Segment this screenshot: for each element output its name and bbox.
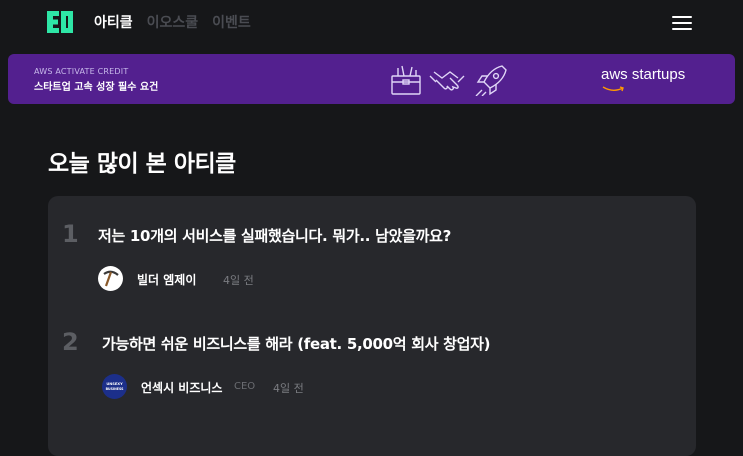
aws-startups-logo: aws startups — [601, 66, 686, 83]
article-title[interactable]: 가능하면 쉬운 비즈니스를 해라 (feat. 5,000억 회사 창업자) — [102, 333, 491, 354]
published-time: 4일 전 — [273, 382, 304, 395]
banner-subtitle: AWS ACTIVATE CREDIT — [34, 67, 129, 76]
hamburger-menu-icon[interactable] — [672, 14, 694, 32]
author-role: CEO — [234, 381, 256, 392]
article-title[interactable]: 저는 10개의 서비스를 실패했습니다. 뭐가.. 남았을까요? — [98, 225, 451, 246]
author-name[interactable]: 빌더 엠제이 — [137, 271, 196, 288]
popular-articles-card: 1 저는 10개의 서비스를 실패했습니다. 뭐가.. 남았을까요? 빌더 엠제… — [48, 196, 696, 456]
pickaxe-avatar-icon[interactable] — [98, 266, 123, 291]
top-navigation: 아티클 이오스쿨 이벤트 — [0, 0, 743, 48]
aws-promo-banner[interactable]: AWS ACTIVATE CREDIT 스타트업 고속 성장 필수 요건 aws… — [8, 54, 735, 104]
rank-number: 1 — [62, 220, 79, 248]
published-time: 4일 전 — [223, 274, 254, 287]
eo-logo-icon[interactable] — [46, 9, 74, 35]
tab-article[interactable]: 아티클 — [94, 14, 133, 32]
rank-number: 2 — [62, 328, 79, 356]
banner-illustrations — [391, 65, 507, 96]
aws-smile-icon — [602, 86, 624, 92]
rocket-icon — [475, 65, 507, 96]
tab-event[interactable]: 이벤트 — [212, 14, 251, 32]
author-name[interactable]: 언섹시 비즈니스 — [141, 379, 222, 396]
nav-tabs: 아티클 이오스쿨 이벤트 — [94, 14, 251, 32]
svg-text:UNSEXY: UNSEXY — [106, 382, 123, 386]
unsexy-business-logo-icon[interactable]: UNSEXY BUSINESS — [102, 374, 127, 399]
tab-eoschool[interactable]: 이오스쿨 — [147, 14, 199, 32]
unsexy-business-logo: UNSEXY BUSINESS — [106, 382, 124, 391]
banner-title: 스타트업 고속 성장 필수 요건 — [34, 82, 159, 93]
svg-text:BUSINESS: BUSINESS — [106, 387, 124, 391]
toolbox-icon — [391, 65, 421, 95]
section-title: 오늘 많이 본 아티클 — [48, 151, 236, 177]
handshake-icon — [429, 71, 465, 91]
